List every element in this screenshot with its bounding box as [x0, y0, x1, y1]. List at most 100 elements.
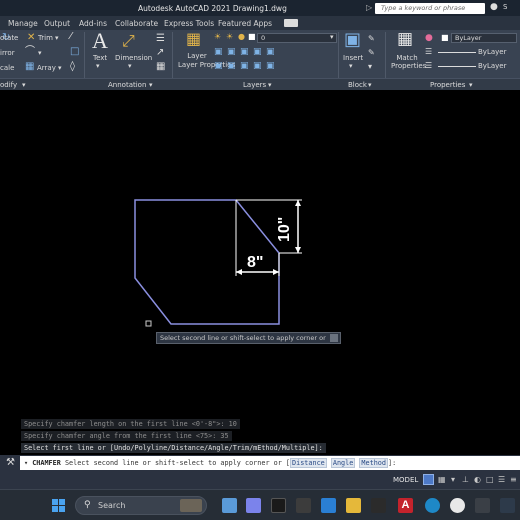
taskbar-search[interactable]: ⚲ Search	[75, 496, 207, 515]
fillet-arc-icon[interactable]: ⌒	[25, 47, 35, 57]
option-distance[interactable]: Distance	[290, 458, 327, 468]
user-icon[interactable]: ●	[490, 2, 498, 12]
customize-icon[interactable]: ≡	[510, 475, 517, 484]
table-icon[interactable]: ▦	[156, 62, 165, 72]
scale-button[interactable]: cale	[0, 64, 14, 72]
block-panel-expand[interactable]: ▾	[368, 81, 372, 89]
windows-start-icon[interactable]	[52, 499, 65, 512]
mirror-button[interactable]: irror	[0, 49, 15, 57]
layer-tool-icon-8[interactable]: ▣	[240, 61, 249, 71]
model-space-button[interactable]: MODEL	[393, 476, 418, 484]
drawing-canvas[interactable]: 8" 10" Select second line or shift-selec…	[0, 90, 520, 455]
copy-icon[interactable]: □	[70, 47, 79, 57]
layer-tool-icon-4[interactable]: ▣	[253, 47, 262, 57]
text-button[interactable]: Text	[93, 54, 107, 62]
fillet-dropdown[interactable]: ▾	[38, 49, 42, 57]
layer-tool-icon-6[interactable]: ▣	[214, 61, 223, 71]
layer-tool-icon-10[interactable]: ▣	[266, 61, 275, 71]
tooltip-close-icon[interactable]	[330, 334, 338, 342]
annotation-panel-expand[interactable]: ▾	[149, 81, 153, 89]
edge-icon[interactable]	[425, 498, 440, 513]
linetype-dropdown[interactable]: ByLayer	[478, 62, 506, 70]
layer-tool-icon-3[interactable]: ▣	[240, 47, 249, 57]
block-attributes-icon[interactable]: ▾	[368, 62, 372, 72]
terminal-icon[interactable]	[271, 498, 286, 513]
create-block-icon[interactable]: ✎	[368, 34, 375, 44]
ortho-icon[interactable]: ⊥	[462, 475, 469, 484]
snap-icon[interactable]: ▦	[438, 475, 446, 484]
tab-add-ins[interactable]: Add-ins	[79, 19, 107, 28]
array-button[interactable]: Array	[37, 64, 56, 72]
linear-dim-icon[interactable]: ☰	[156, 34, 165, 44]
rotate-button[interactable]: otate	[0, 34, 18, 42]
layer-tool-icon-1[interactable]: ▣	[214, 47, 223, 57]
teams-icon[interactable]	[246, 498, 261, 513]
trim-button[interactable]: Trim	[38, 34, 53, 42]
command-line: ⚒ ▾ CHAMFER Select second line or shift-…	[0, 455, 520, 471]
edit-block-icon[interactable]: ✎	[368, 48, 375, 58]
tab-featured-apps[interactable]: Featured Apps	[218, 19, 272, 28]
layer-tool-icon-9[interactable]: ▣	[253, 61, 262, 71]
ribbon-toggle-button[interactable]	[284, 19, 298, 27]
layer-lock-icon[interactable]: ●	[238, 32, 245, 42]
layers-panel-label[interactable]: Layers	[243, 81, 266, 89]
option-method[interactable]: Method	[359, 458, 388, 468]
trim-icon: ✕	[27, 32, 36, 43]
grid-icon[interactable]	[423, 474, 434, 485]
lineweight-dropdown[interactable]: ByLayer	[478, 48, 506, 56]
array-dropdown[interactable]: ▾	[58, 64, 62, 72]
color-dropdown[interactable]: ByLayer	[451, 33, 517, 43]
tab-express-tools[interactable]: Express Tools	[164, 19, 214, 28]
app-icon-12[interactable]	[500, 498, 515, 513]
dimension-button[interactable]: Dimension	[115, 54, 152, 62]
lineweight-toggle-icon[interactable]: ☰	[498, 475, 505, 484]
trim-dropdown[interactable]: ▾	[55, 34, 59, 42]
layers-panel-expand[interactable]: ▾	[268, 81, 272, 89]
snap-dropdown[interactable]: ▾	[451, 475, 455, 484]
properties-panel-label[interactable]: Properties	[430, 81, 465, 89]
leader-icon[interactable]: ↗	[156, 48, 164, 58]
help-icon[interactable]: S	[503, 3, 507, 11]
modify-panel-expand[interactable]: ▾	[22, 81, 26, 89]
app-icon-11[interactable]	[475, 498, 490, 513]
app-icon-7[interactable]	[371, 498, 386, 513]
insert-block-icon: ▣	[344, 29, 362, 50]
layer-dropdown[interactable]: 0	[257, 33, 337, 43]
help-search-input[interactable]: Type a keyword or phrase	[375, 3, 485, 14]
app-icon-4[interactable]	[296, 498, 311, 513]
autocad-icon[interactable]: A	[398, 498, 413, 513]
layer-tool-icon-5[interactable]: ▣	[266, 47, 275, 57]
file-explorer-icon[interactable]	[346, 498, 361, 513]
option-angle[interactable]: Angle	[330, 458, 356, 468]
binoculars-icon[interactable]: ▷	[366, 3, 372, 12]
layer-on-icon[interactable]: ☀	[214, 32, 221, 42]
insert-dropdown[interactable]: ▾	[349, 62, 353, 70]
fillet-icon[interactable]: ⁄	[70, 32, 72, 42]
explode-icon[interactable]: ◊	[70, 62, 75, 72]
app-icon-5[interactable]	[321, 498, 336, 513]
tab-manage[interactable]: Manage	[8, 19, 38, 28]
drawing-viewport	[134, 199, 302, 327]
dimension-dropdown[interactable]: ▾	[128, 62, 132, 70]
osnap-icon[interactable]: □	[486, 475, 494, 484]
layer-tool-icon-7[interactable]: ▣	[227, 61, 236, 71]
match-properties-button[interactable]: Match Properties	[391, 54, 426, 70]
tab-collaborate[interactable]: Collaborate	[115, 19, 158, 28]
annotation-panel-label[interactable]: Annotation	[108, 81, 146, 89]
tab-output[interactable]: Output	[44, 19, 70, 28]
taskbar-search-label: Search	[98, 501, 126, 510]
modify-panel-label[interactable]: odify	[0, 81, 17, 89]
wrench-icon[interactable]: ⚒	[6, 457, 15, 468]
command-input[interactable]: ▾ CHAMFER Select second line or shift-se…	[20, 456, 520, 470]
block-panel-label[interactable]: Block	[348, 81, 367, 89]
properties-panel-expand[interactable]: ▾	[469, 81, 473, 89]
layer-tool-icon-2[interactable]: ▣	[227, 47, 236, 57]
chrome-icon[interactable]	[450, 498, 465, 513]
text-dropdown[interactable]: ▾	[96, 62, 100, 70]
polar-icon[interactable]: ◐	[474, 475, 481, 484]
task-view-icon[interactable]	[222, 498, 237, 513]
dim-v-arrow-top	[295, 200, 301, 206]
layer-freeze-icon[interactable]: ☀	[226, 32, 233, 42]
layer-dropdown-arrow[interactable]: ▾	[330, 33, 334, 41]
insert-button[interactable]: Insert	[343, 54, 363, 62]
